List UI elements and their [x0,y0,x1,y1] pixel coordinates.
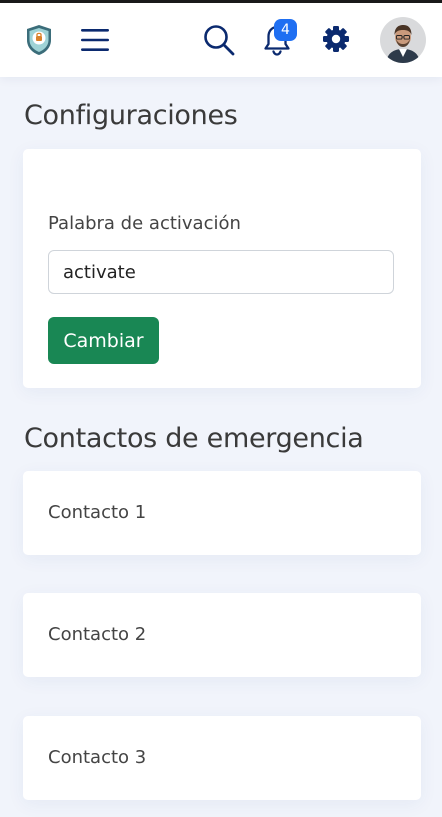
contact-card[interactable]: Contacto 1 [23,471,421,555]
settings-card: Palabra de activación Cambiar [23,149,421,388]
user-avatar[interactable] [380,17,426,63]
gear-icon[interactable] [322,25,350,53]
activation-word-input[interactable] [48,250,394,294]
activation-word-label: Palabra de activación [48,213,241,234]
contact-label: Contacto 3 [48,747,147,768]
change-button[interactable]: Cambiar [48,317,159,364]
contact-label: Contacto 2 [48,624,147,645]
emergency-contacts-title: Contactos de emergencia [24,423,364,454]
contact-label: Contacto 1 [48,502,147,523]
hamburger-menu-icon[interactable] [80,28,110,52]
shield-logo-icon[interactable] [24,23,54,57]
contact-card[interactable]: Contacto 3 [23,716,421,800]
search-icon[interactable] [203,24,235,56]
settings-title: Configuraciones [24,100,238,131]
notifications-badge: 4 [274,19,297,41]
app-header: 4 [0,3,442,77]
contact-card[interactable]: Contacto 2 [23,593,421,677]
